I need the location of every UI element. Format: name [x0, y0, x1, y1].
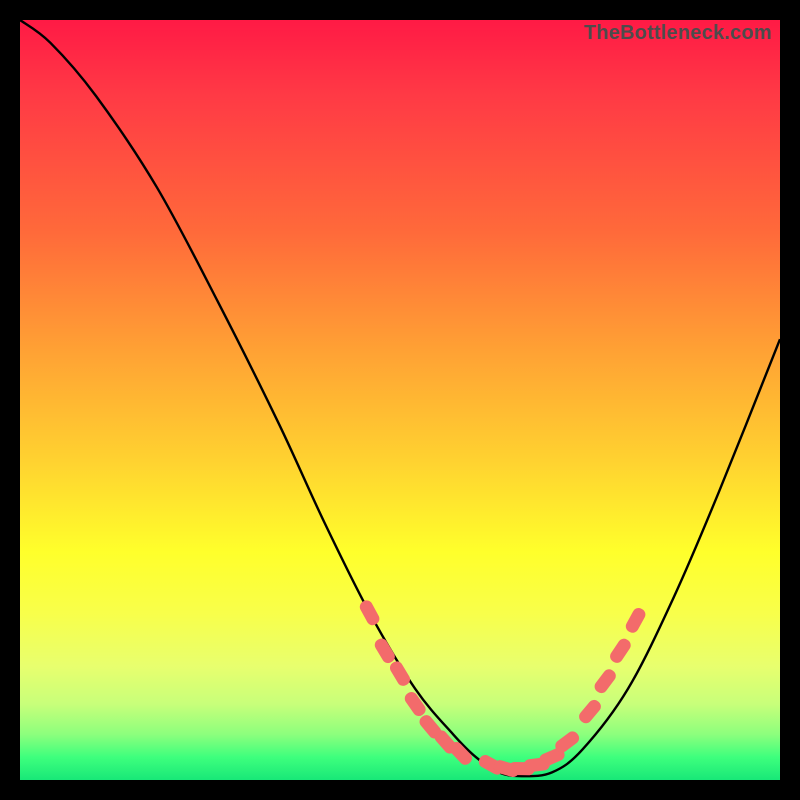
- curve-marker: [592, 667, 618, 696]
- curve-marker: [624, 606, 648, 635]
- curve-marker: [373, 636, 398, 665]
- chart-svg: [20, 20, 780, 780]
- marker-group: [358, 598, 648, 778]
- watermark-text: TheBottleneck.com: [584, 22, 772, 45]
- curve-marker: [608, 636, 633, 665]
- curve-marker: [577, 697, 604, 725]
- curve-marker: [402, 690, 428, 719]
- chart-frame: TheBottleneck.com: [20, 20, 780, 780]
- curve-marker: [358, 598, 382, 627]
- curve-marker: [388, 659, 413, 688]
